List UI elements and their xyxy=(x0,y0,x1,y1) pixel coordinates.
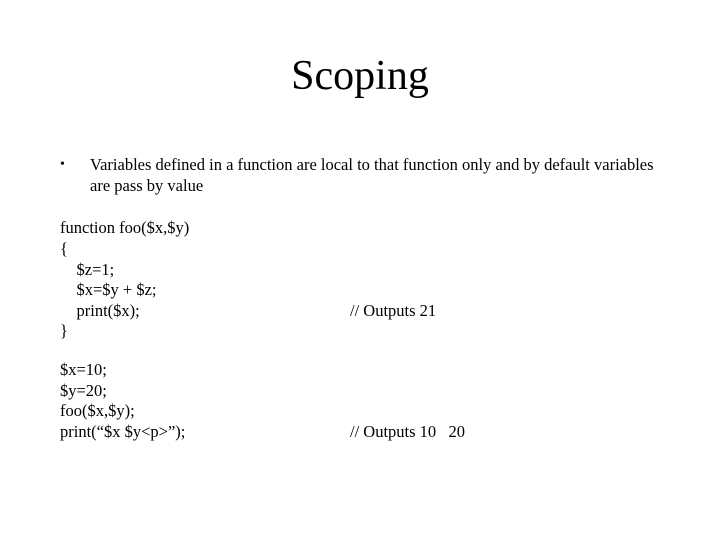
code-line: foo($x,$y); xyxy=(60,401,350,422)
code-line: { xyxy=(60,239,350,260)
bullet-item: • Variables defined in a function are lo… xyxy=(60,155,670,196)
code-comment: // Outputs 21 xyxy=(350,301,436,322)
bullet-marker: • xyxy=(60,155,90,175)
code-block-1: function foo($x,$y) { $z=1; $x=$y + $z; … xyxy=(60,218,670,342)
code-line: } xyxy=(60,321,350,342)
code-line: $x=$y + $z; xyxy=(60,280,350,301)
slide: Scoping • Variables defined in a functio… xyxy=(0,0,720,540)
code-line: print(“$x $y<p>”); xyxy=(60,422,350,443)
code-line: $y=20; xyxy=(60,381,350,402)
slide-title: Scoping xyxy=(0,52,720,100)
code-line: $x=10; xyxy=(60,360,350,381)
code-comment: // Outputs 10 20 xyxy=(350,422,465,443)
bullet-text: Variables defined in a function are loca… xyxy=(90,155,670,196)
code-line: print($x); xyxy=(60,301,350,322)
slide-body: • Variables defined in a function are lo… xyxy=(60,155,670,461)
code-block-2: $x=10; $y=20; foo($x,$y); print(“$x $y<p… xyxy=(60,360,670,443)
code-line: function foo($x,$y) xyxy=(60,218,350,239)
code-line: $z=1; xyxy=(60,260,350,281)
